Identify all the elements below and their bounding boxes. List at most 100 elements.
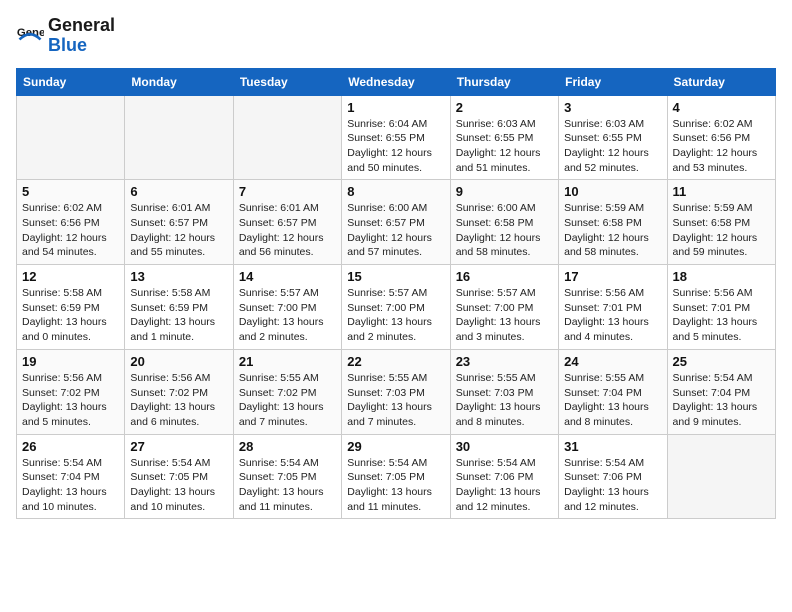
day-number: 4 bbox=[673, 100, 770, 115]
day-number: 2 bbox=[456, 100, 553, 115]
day-info: Sunrise: 6:00 AMSunset: 6:58 PMDaylight:… bbox=[456, 201, 553, 260]
day-info: Sunrise: 5:57 AMSunset: 7:00 PMDaylight:… bbox=[347, 286, 444, 345]
day-info: Sunrise: 5:58 AMSunset: 6:59 PMDaylight:… bbox=[130, 286, 227, 345]
calendar-week-3: 12Sunrise: 5:58 AMSunset: 6:59 PMDayligh… bbox=[17, 265, 776, 350]
weekday-monday: Monday bbox=[125, 68, 233, 95]
day-info: Sunrise: 5:55 AMSunset: 7:03 PMDaylight:… bbox=[347, 371, 444, 430]
calendar-body: 1 Sunrise: 6:04 AMSunset: 6:55 PMDaylight… bbox=[17, 95, 776, 519]
calendar-cell: 7 Sunrise: 6:01 AMSunset: 6:57 PMDaylight… bbox=[233, 180, 341, 265]
day-info: Sunrise: 6:03 AMSunset: 6:55 PMDaylight:… bbox=[564, 117, 661, 176]
day-number: 3 bbox=[564, 100, 661, 115]
day-number: 15 bbox=[347, 269, 444, 284]
day-info: Sunrise: 6:03 AMSunset: 6:55 PMDaylight:… bbox=[456, 117, 553, 176]
day-number: 18 bbox=[673, 269, 770, 284]
day-number: 7 bbox=[239, 184, 336, 199]
calendar-week-4: 19 Sunrise: 5:56 AMSunset: 7:02 PMDayligh… bbox=[17, 349, 776, 434]
day-number: 24 bbox=[564, 354, 661, 369]
day-number: 21 bbox=[239, 354, 336, 369]
calendar-cell: 15 Sunrise: 5:57 AMSunset: 7:00 PMDayligh… bbox=[342, 265, 450, 350]
day-info: Sunrise: 6:01 AMSunset: 6:57 PMDaylight:… bbox=[130, 201, 227, 260]
day-info: Sunrise: 5:55 AMSunset: 7:02 PMDaylight:… bbox=[239, 371, 336, 430]
day-number: 26 bbox=[22, 439, 119, 454]
calendar-cell: 24Sunrise: 5:55 AMSunset: 7:04 PMDayligh… bbox=[559, 349, 667, 434]
day-info: Sunrise: 5:55 AMSunset: 7:03 PMDaylight:… bbox=[456, 371, 553, 430]
day-number: 31 bbox=[564, 439, 661, 454]
day-info: Sunrise: 5:54 AMSunset: 7:06 PMDaylight:… bbox=[456, 456, 553, 515]
calendar-cell: 30 Sunrise: 5:54 AMSunset: 7:06 PMDayligh… bbox=[450, 434, 558, 519]
logo: General GeneralBlue bbox=[16, 16, 115, 56]
day-info: Sunrise: 6:02 AMSunset: 6:56 PMDaylight:… bbox=[673, 117, 770, 176]
day-number: 9 bbox=[456, 184, 553, 199]
calendar-cell bbox=[17, 95, 125, 180]
day-number: 28 bbox=[239, 439, 336, 454]
day-info: Sunrise: 5:54 AMSunset: 7:04 PMDaylight:… bbox=[22, 456, 119, 515]
day-number: 20 bbox=[130, 354, 227, 369]
day-number: 16 bbox=[456, 269, 553, 284]
day-number: 25 bbox=[673, 354, 770, 369]
day-info: Sunrise: 5:59 AMSunset: 6:58 PMDaylight:… bbox=[564, 201, 661, 260]
day-info: Sunrise: 5:57 AMSunset: 7:00 PMDaylight:… bbox=[239, 286, 336, 345]
day-number: 13 bbox=[130, 269, 227, 284]
calendar-cell: 13 Sunrise: 5:58 AMSunset: 6:59 PMDayligh… bbox=[125, 265, 233, 350]
calendar-cell: 18 Sunrise: 5:56 AMSunset: 7:01 PMDayligh… bbox=[667, 265, 775, 350]
calendar-cell bbox=[125, 95, 233, 180]
calendar-cell bbox=[667, 434, 775, 519]
calendar-cell: 9 Sunrise: 6:00 AMSunset: 6:58 PMDaylight… bbox=[450, 180, 558, 265]
day-info: Sunrise: 5:54 AMSunset: 7:04 PMDaylight:… bbox=[673, 371, 770, 430]
day-info: Sunrise: 5:56 AMSunset: 7:01 PMDaylight:… bbox=[673, 286, 770, 345]
calendar-cell: 12Sunrise: 5:58 AMSunset: 6:59 PMDayligh… bbox=[17, 265, 125, 350]
day-info: Sunrise: 6:01 AMSunset: 6:57 PMDaylight:… bbox=[239, 201, 336, 260]
calendar-cell: 21 Sunrise: 5:55 AMSunset: 7:02 PMDayligh… bbox=[233, 349, 341, 434]
calendar-cell: 3 Sunrise: 6:03 AMSunset: 6:55 PMDaylight… bbox=[559, 95, 667, 180]
weekday-thursday: Thursday bbox=[450, 68, 558, 95]
calendar-week-1: 1 Sunrise: 6:04 AMSunset: 6:55 PMDaylight… bbox=[17, 95, 776, 180]
calendar-cell: 1 Sunrise: 6:04 AMSunset: 6:55 PMDaylight… bbox=[342, 95, 450, 180]
day-number: 19 bbox=[22, 354, 119, 369]
calendar-cell: 11Sunrise: 5:59 AMSunset: 6:58 PMDayligh… bbox=[667, 180, 775, 265]
calendar-table: SundayMondayTuesdayWednesdayThursdayFrid… bbox=[16, 68, 776, 520]
day-number: 17 bbox=[564, 269, 661, 284]
day-number: 6 bbox=[130, 184, 227, 199]
day-info: Sunrise: 5:54 AMSunset: 7:05 PMDaylight:… bbox=[130, 456, 227, 515]
calendar-cell: 14 Sunrise: 5:57 AMSunset: 7:00 PMDayligh… bbox=[233, 265, 341, 350]
day-number: 14 bbox=[239, 269, 336, 284]
calendar-cell: 29 Sunrise: 5:54 AMSunset: 7:05 PMDayligh… bbox=[342, 434, 450, 519]
calendar-cell: 20 Sunrise: 5:56 AMSunset: 7:02 PMDayligh… bbox=[125, 349, 233, 434]
day-number: 29 bbox=[347, 439, 444, 454]
day-info: Sunrise: 5:57 AMSunset: 7:00 PMDaylight:… bbox=[456, 286, 553, 345]
weekday-saturday: Saturday bbox=[667, 68, 775, 95]
calendar-cell: 23 Sunrise: 5:55 AMSunset: 7:03 PMDayligh… bbox=[450, 349, 558, 434]
calendar-cell: 5 Sunrise: 6:02 AMSunset: 6:56 PMDaylight… bbox=[17, 180, 125, 265]
calendar-cell: 8 Sunrise: 6:00 AMSunset: 6:57 PMDaylight… bbox=[342, 180, 450, 265]
weekday-tuesday: Tuesday bbox=[233, 68, 341, 95]
day-number: 1 bbox=[347, 100, 444, 115]
calendar-cell: 27 Sunrise: 5:54 AMSunset: 7:05 PMDayligh… bbox=[125, 434, 233, 519]
day-info: Sunrise: 6:02 AMSunset: 6:56 PMDaylight:… bbox=[22, 201, 119, 260]
day-number: 5 bbox=[22, 184, 119, 199]
day-number: 23 bbox=[456, 354, 553, 369]
calendar-cell: 17 Sunrise: 5:56 AMSunset: 7:01 PMDayligh… bbox=[559, 265, 667, 350]
day-info: Sunrise: 5:56 AMSunset: 7:02 PMDaylight:… bbox=[22, 371, 119, 430]
logo-icon: General bbox=[16, 22, 44, 50]
weekday-header-row: SundayMondayTuesdayWednesdayThursdayFrid… bbox=[17, 68, 776, 95]
calendar-cell: 2 Sunrise: 6:03 AMSunset: 6:55 PMDaylight… bbox=[450, 95, 558, 180]
calendar-cell: 31Sunrise: 5:54 AMSunset: 7:06 PMDayligh… bbox=[559, 434, 667, 519]
weekday-friday: Friday bbox=[559, 68, 667, 95]
day-info: Sunrise: 5:56 AMSunset: 7:02 PMDaylight:… bbox=[130, 371, 227, 430]
calendar-header: SundayMondayTuesdayWednesdayThursdayFrid… bbox=[17, 68, 776, 95]
day-info: Sunrise: 6:00 AMSunset: 6:57 PMDaylight:… bbox=[347, 201, 444, 260]
day-number: 30 bbox=[456, 439, 553, 454]
day-number: 11 bbox=[673, 184, 770, 199]
day-number: 27 bbox=[130, 439, 227, 454]
page-header: General GeneralBlue bbox=[16, 16, 776, 56]
logo-text: GeneralBlue bbox=[48, 16, 115, 56]
day-info: Sunrise: 5:54 AMSunset: 7:05 PMDaylight:… bbox=[347, 456, 444, 515]
day-number: 8 bbox=[347, 184, 444, 199]
calendar-cell: 25 Sunrise: 5:54 AMSunset: 7:04 PMDayligh… bbox=[667, 349, 775, 434]
calendar-cell: 22Sunrise: 5:55 AMSunset: 7:03 PMDayligh… bbox=[342, 349, 450, 434]
calendar-cell: 10Sunrise: 5:59 AMSunset: 6:58 PMDayligh… bbox=[559, 180, 667, 265]
calendar-cell: 16 Sunrise: 5:57 AMSunset: 7:00 PMDayligh… bbox=[450, 265, 558, 350]
day-info: Sunrise: 6:04 AMSunset: 6:55 PMDaylight:… bbox=[347, 117, 444, 176]
day-info: Sunrise: 5:56 AMSunset: 7:01 PMDaylight:… bbox=[564, 286, 661, 345]
weekday-wednesday: Wednesday bbox=[342, 68, 450, 95]
